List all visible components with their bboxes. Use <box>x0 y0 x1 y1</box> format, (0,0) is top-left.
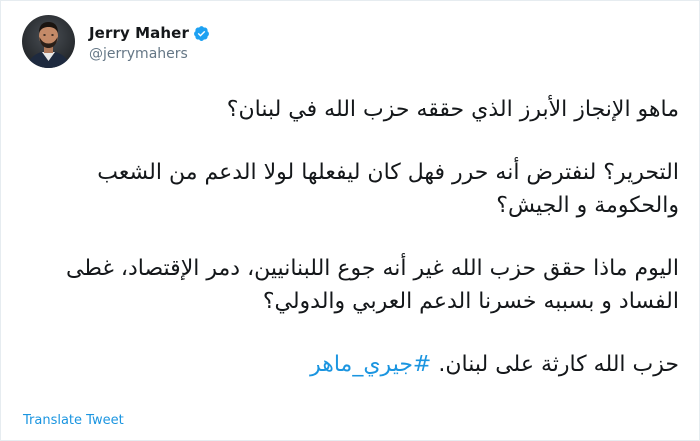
hashtag-link[interactable]: #جيري_ماهر <box>310 352 431 377</box>
tweet-last-line: حزب الله كارثة على لبنان. <box>438 352 679 377</box>
tweet-paragraph-3: اليوم ماذا حقق حزب الله غير أنه جوع اللب… <box>65 256 679 314</box>
translate-tweet-link[interactable]: Translate Tweet <box>23 413 124 428</box>
avatar[interactable] <box>22 15 75 68</box>
avatar-image <box>22 15 75 68</box>
tweet-header: Jerry Maher @jerrymahers <box>22 15 210 68</box>
tweet-card: Jerry Maher @jerrymahers ماهو الإنجاز ال… <box>0 0 700 441</box>
author-info: Jerry Maher @jerrymahers <box>89 23 210 62</box>
name-row: Jerry Maher <box>89 23 210 43</box>
user-handle[interactable]: @jerrymahers <box>89 46 210 62</box>
tweet-paragraph-2: التحرير؟ لنفترض أنه حرر فهل كان ليفعلها … <box>97 160 679 218</box>
display-name[interactable]: Jerry Maher <box>89 24 189 42</box>
tweet-text: ماهو الإنجاز الأبرز الذي حققه حزب الله ف… <box>39 93 679 381</box>
verified-badge-icon <box>193 25 210 42</box>
tweet-paragraph-4: حزب الله كارثة على لبنان. #جيري_ماهر <box>39 348 679 381</box>
tweet-paragraph-1: ماهو الإنجاز الأبرز الذي حققه حزب الله ف… <box>226 97 679 122</box>
